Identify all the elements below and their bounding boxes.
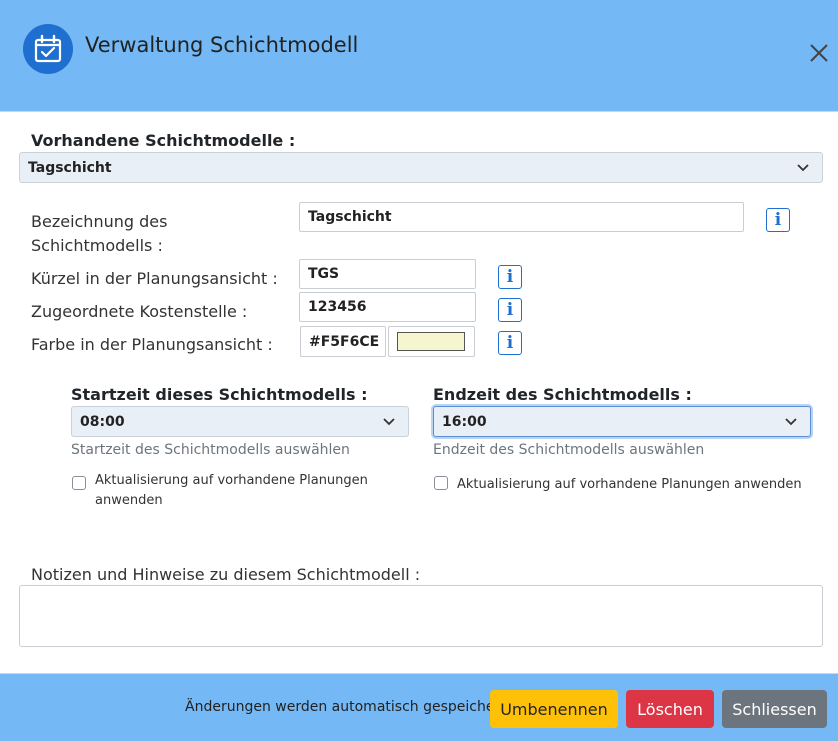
info-icon: i: [506, 267, 514, 287]
color-picker[interactable]: [388, 326, 475, 357]
start-time-select[interactable]: 08:00: [71, 406, 409, 437]
start-time-selected: 08:00: [80, 413, 125, 430]
notes-textarea[interactable]: [19, 585, 823, 647]
cost-center-label: Zugeordnete Kostenstelle :: [31, 302, 248, 321]
existing-models-selected: Tagschicht: [28, 159, 112, 176]
color-swatch: [397, 332, 465, 351]
color-hex-input[interactable]: #F5F6CE: [300, 326, 386, 357]
start-time-update-checkbox[interactable]: [72, 476, 86, 490]
end-time-help: Endzeit des Schichtmodells auswählen: [433, 442, 705, 458]
color-label: Farbe in der Planungsansicht :: [31, 335, 273, 354]
name-label-line2: Schichtmodells :: [31, 236, 163, 255]
delete-button[interactable]: Löschen: [626, 690, 714, 728]
chevron-down-icon: [383, 417, 395, 425]
end-time-update-label: Aktualisierung auf vorhandene Planungen …: [457, 477, 802, 492]
dialog-header: Verwaltung Schichtmodell: [0, 0, 838, 112]
existing-models-label: Vorhandene Schichtmodelle :: [31, 131, 296, 150]
end-time-update-checkbox[interactable]: [434, 476, 448, 490]
chevron-down-icon: [797, 163, 809, 171]
start-time-update-label-line2: anwenden: [95, 493, 163, 508]
close-icon: [810, 44, 828, 62]
short-info-button[interactable]: i: [498, 265, 522, 289]
info-icon: i: [774, 210, 782, 230]
info-icon: i: [506, 333, 514, 353]
cost-center-input[interactable]: 123456: [299, 292, 476, 322]
info-icon: i: [506, 300, 514, 320]
name-label-line1: Bezeichnung des: [31, 212, 168, 231]
dialog-footer: Änderungen werden automatisch gespeicher…: [0, 673, 838, 741]
start-time-help: Startzeit des Schichtmodells auswählen: [71, 442, 350, 458]
autosave-notice: Änderungen werden automatisch gespeicher…: [185, 699, 506, 715]
rename-button[interactable]: Umbenennen: [490, 690, 618, 728]
color-info-button[interactable]: i: [498, 331, 522, 355]
end-time-select[interactable]: 16:00: [433, 406, 811, 437]
cost-center-info-button[interactable]: i: [498, 298, 522, 322]
close-button[interactable]: [806, 40, 832, 66]
existing-models-select[interactable]: Tagschicht: [19, 152, 823, 183]
end-time-selected: 16:00: [442, 413, 487, 430]
start-time-label: Startzeit dieses Schichtmodells :: [71, 385, 368, 404]
close-dialog-button[interactable]: Schliessen: [722, 690, 827, 728]
short-input[interactable]: TGS: [299, 259, 476, 289]
name-input[interactable]: Tagschicht: [299, 202, 744, 232]
start-time-update-label-line1: Aktualisierung auf vorhandene Planungen: [95, 473, 368, 488]
short-label: Kürzel in der Planungsansicht :: [31, 269, 278, 288]
end-time-label: Endzeit des Schichtmodells :: [433, 385, 692, 404]
calendar-check-icon: [23, 24, 73, 74]
notes-label: Notizen und Hinweise zu diesem Schichtmo…: [31, 565, 421, 584]
dialog-title: Verwaltung Schichtmodell: [85, 33, 359, 57]
chevron-down-icon: [785, 417, 797, 425]
name-info-button[interactable]: i: [766, 208, 790, 232]
